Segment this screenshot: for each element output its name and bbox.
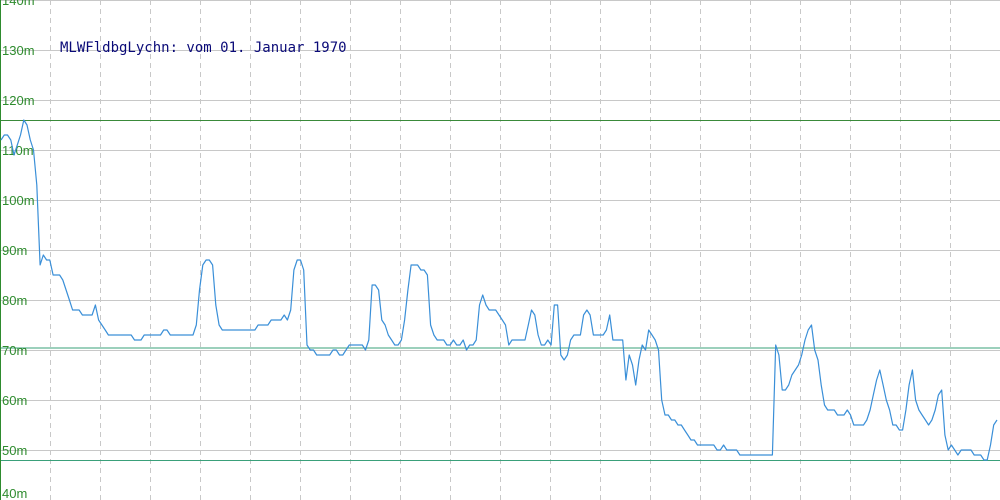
y-tick-label: 50m — [2, 443, 27, 458]
line-chart: 140m130m120m110m100m90m80m70m60m50m40m M… — [0, 0, 1000, 500]
y-tick-label: 80m — [2, 293, 27, 308]
y-tick-label: 70m — [2, 343, 27, 358]
y-tick-label: 100m — [2, 193, 35, 208]
chart-title: MLWFldbgLychn: vom 01. Januar 1970 — [60, 40, 347, 56]
y-tick-label: 120m — [2, 93, 35, 108]
y-tick-label: 140m — [2, 0, 35, 8]
chart-stage: 140m 130m 120m 110m 100m 90m 80m 70m 60m 50m 40m M… — [0, 0, 1000, 500]
y-tick-label: 130m — [2, 43, 35, 58]
y-tick-label: 40m — [2, 486, 27, 500]
y-tick-label: 60m — [2, 393, 27, 408]
y-tick-label: 90m — [2, 243, 27, 258]
